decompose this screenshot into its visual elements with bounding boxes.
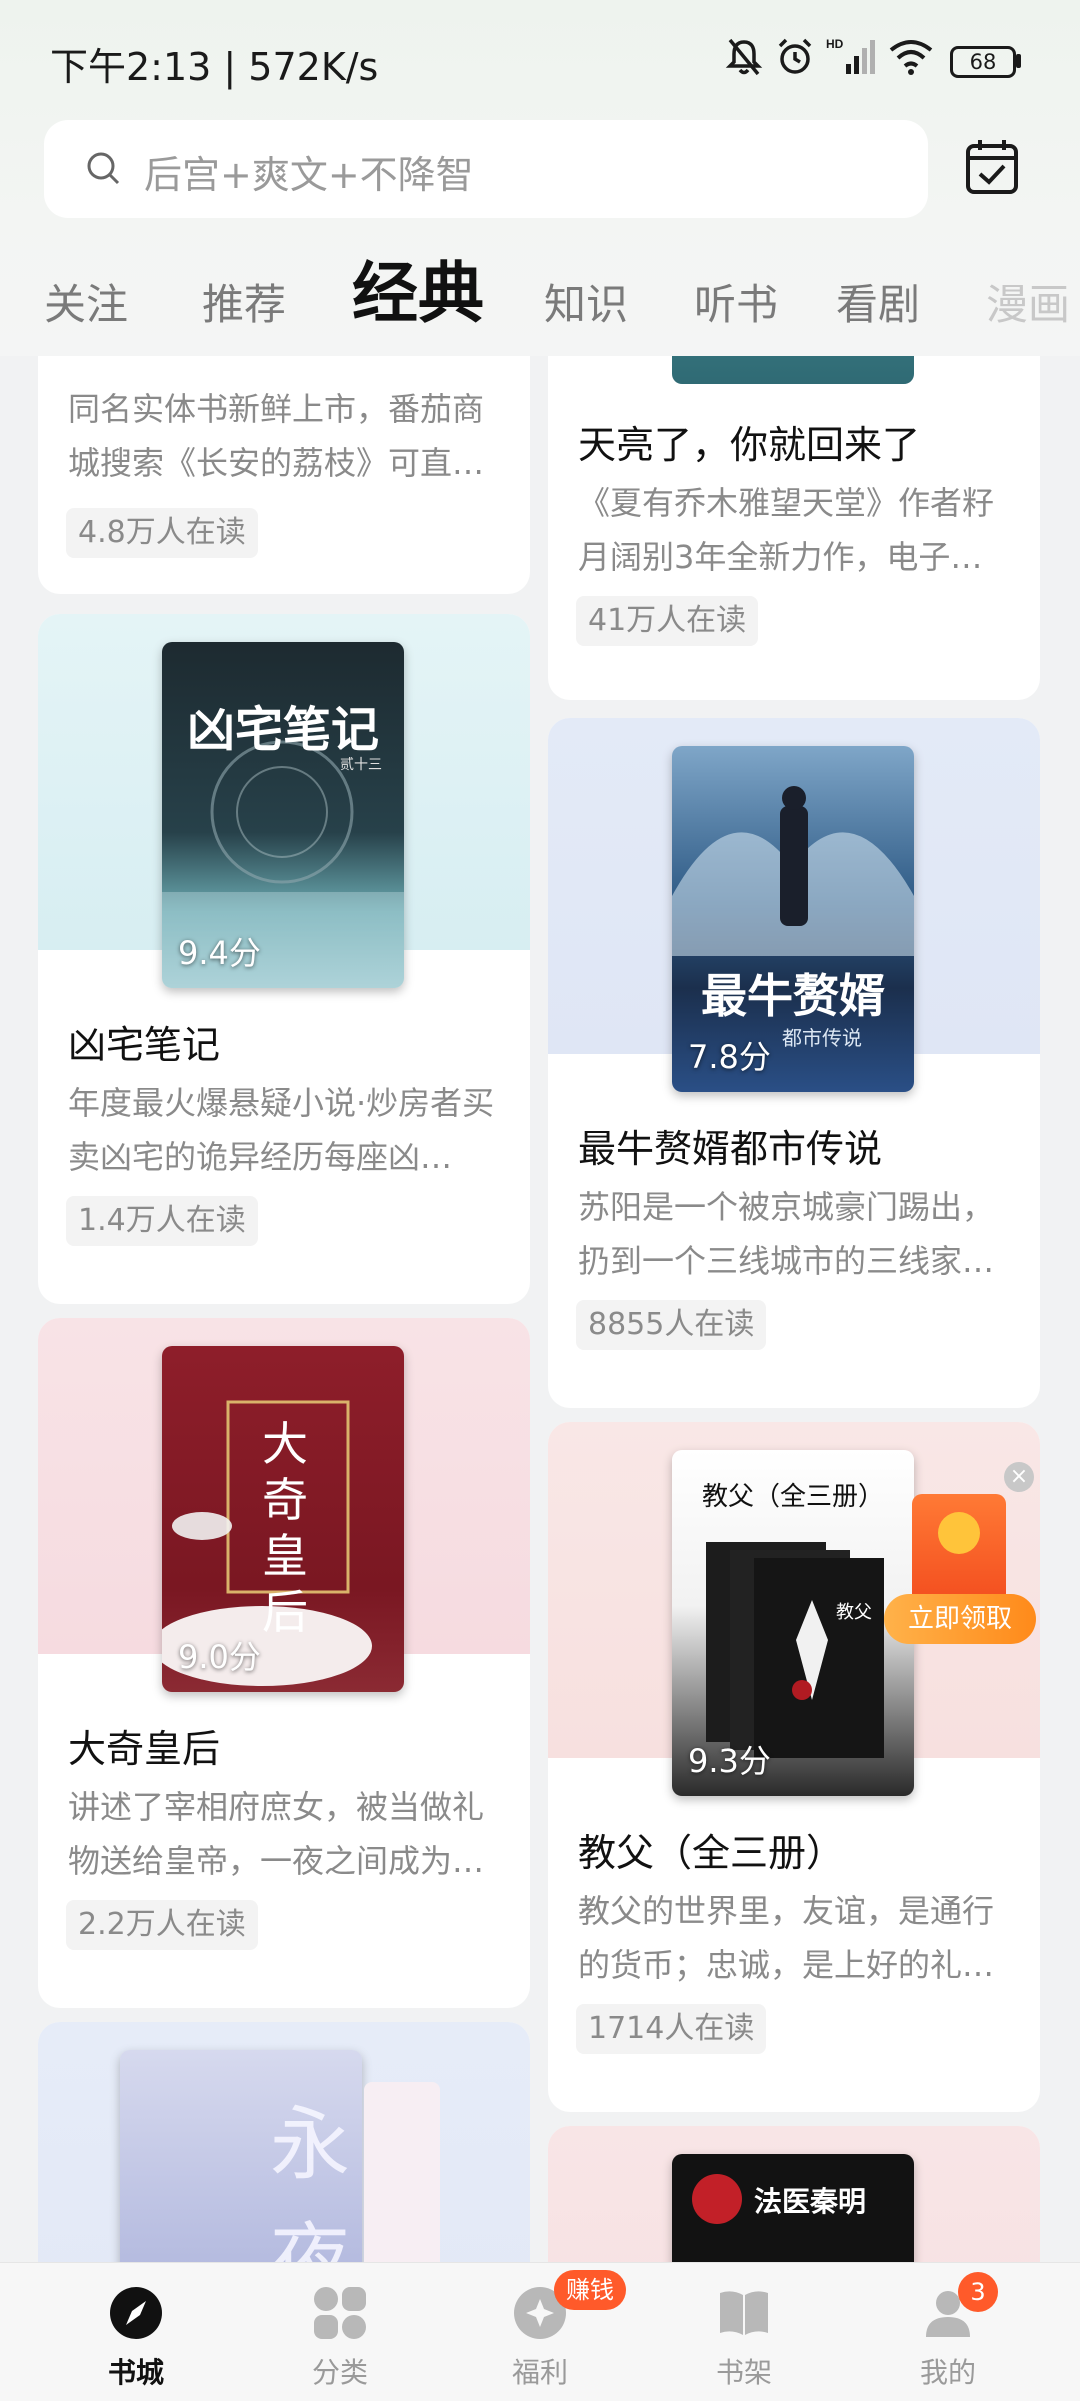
nav-label: 分类 (311, 2356, 368, 2389)
category-tabs: 关注 推荐 经典 知识 听书 看剧 漫画 (0, 240, 1080, 350)
calendar-check-icon[interactable] (960, 134, 1024, 198)
cover-title: 凶宅笔记 (186, 702, 379, 758)
nav-bookstore[interactable]: 书城 (28, 2263, 244, 2401)
book-score: 9.3分 (688, 1742, 771, 1780)
book-cover: 教父（全三册） 教父 9.3分 (672, 1450, 914, 1796)
signal-icon: HD (826, 37, 875, 74)
notification-count-badge: 3 (958, 2272, 998, 2312)
book-card[interactable]: 最牛赘婿 都市传说 7.8分 最牛赘婿都市传说 苏阳是一个被京城豪门踢出，扔到一… (548, 718, 1040, 1408)
status-time: 下午2:13 | 572K/s (50, 45, 379, 89)
nav-label: 福利 (511, 2356, 568, 2389)
wifi-icon (889, 40, 933, 75)
compass-icon (110, 2287, 162, 2339)
nav-bookshelf[interactable]: 书架 (636, 2263, 852, 2401)
book-title: 最牛赘婿都市传说 (578, 1127, 883, 1171)
cover-subtitle: 都市传说 (782, 1026, 862, 1050)
book-title: 凶宅笔记 (68, 1023, 221, 1067)
tab-classic[interactable]: 经典 (352, 240, 484, 336)
status-bar: 下午2:13 | 572K/s HD 68 (0, 0, 1080, 120)
nav-label: 书架 (715, 2356, 772, 2389)
tab-comics[interactable]: 漫画 (986, 271, 1070, 332)
readers-count: 8855人在读 (576, 1300, 767, 1350)
coin-icon (938, 1512, 980, 1554)
nav-label: 我的 (919, 2356, 976, 2389)
book-description: 《夏有乔木雅望天堂》作者籽月阔别3年全新力作，电子… (578, 484, 995, 576)
alarm-icon (778, 38, 812, 74)
book-title: 教父（全三册） (578, 1831, 845, 1875)
book-card[interactable]: 法医秦明 (548, 2126, 1040, 2262)
book-card[interactable]: 永夜 (38, 2022, 530, 2262)
book-title: 天亮了，你就回来了 (578, 423, 921, 467)
grid-icon (314, 2287, 366, 2339)
readers-count: 4.8万人在读 (66, 508, 258, 558)
book-description: 年度最火爆悬疑小说·炒房者买卖凶宅的诡异经历每座凶… (68, 1084, 495, 1176)
bottom-nav: 书城 分类 福利 书架 我的 (0, 2262, 1080, 2401)
book-cover-stack (364, 2082, 440, 2262)
book-score: 9.4分 (178, 934, 261, 972)
book-card[interactable]: 凶宅笔记 贰十三 9.4分 凶宅笔记 年度最火爆悬疑小说·炒房者买卖凶宅的诡异经… (38, 614, 530, 1304)
cover-title: 法医秦明 (754, 2185, 867, 2218)
book-score: 9.0分 (178, 1638, 261, 1676)
cover-seal (692, 2174, 742, 2224)
tab-audiobook[interactable]: 听书 (694, 271, 778, 332)
battery-indicator: 68 (950, 46, 1016, 78)
mute-bell-icon (725, 38, 763, 76)
search-icon (87, 152, 120, 185)
close-icon[interactable]: × (1004, 1462, 1034, 1492)
book-icon (720, 2291, 768, 2335)
book-cover (672, 356, 914, 384)
book-score: 7.8分 (688, 1038, 771, 1076)
book-description: 同名实体书新鲜上市，番茄商城搜索《长安的荔枝》可直… (68, 390, 485, 482)
readers-count: 2.2万人在读 (66, 1900, 258, 1950)
cover-title: 永夜 (270, 2098, 350, 2262)
book-description: 讲述了宰相府庶女，被当做礼物送给皇帝，一夜之间成为… (68, 1788, 485, 1880)
claim-button[interactable]: 立即领取 (884, 1594, 1036, 1644)
search-placeholder: 后宫+爽文+不降智 (144, 153, 474, 197)
nav-category[interactable]: 分类 (232, 2263, 448, 2401)
cover-author: 贰十三 (340, 757, 382, 773)
readers-count: 1.4万人在读 (66, 1196, 258, 1246)
nav-label: 书城 (107, 2356, 164, 2389)
earn-badge: 赚钱 (554, 2270, 626, 2310)
tab-follow[interactable]: 关注 (44, 271, 128, 332)
book-cover: 法医秦明 (672, 2154, 914, 2262)
book-card[interactable]: 大奇皇后 9.0分 大奇皇后 讲述了宰相府庶女，被当做礼物送给皇帝，一夜之间成为… (38, 1318, 530, 2008)
readers-count: 1714人在读 (576, 2004, 767, 2054)
cover-title: 最牛赘婿 (701, 969, 885, 1023)
book-description: 苏阳是一个被京城豪门踢出，扔到一个三线城市的三线家… (578, 1188, 995, 1280)
svg-text:HD: HD (826, 37, 844, 51)
book-cover: 最牛赘婿 都市传说 7.8分 (672, 746, 914, 1092)
book-title: 大奇皇后 (68, 1727, 221, 1771)
cover-book-label: 教父 (836, 1602, 872, 1623)
book-feed: 同名实体书新鲜上市，番茄商城搜索《长安的荔枝》可直… 4.8万人在读 天亮了，你… (0, 356, 1080, 2262)
tab-knowledge[interactable]: 知识 (544, 271, 628, 332)
cover-title: 大奇皇后 (262, 1417, 308, 1639)
book-description: 教父的世界里，友谊，是通行的货币；忠诚，是上好的礼… (578, 1892, 995, 1984)
search-input[interactable]: 后宫+爽文+不降智 (44, 120, 928, 218)
book-cover: 永夜 (120, 2050, 362, 2262)
tab-drama[interactable]: 看剧 (836, 271, 920, 332)
book-card[interactable]: 天亮了，你就回来了 《夏有乔木雅望天堂》作者籽月阔别3年全新力作，电子… 41万… (548, 356, 1040, 700)
header: 下午2:13 | 572K/s HD 68 后宫+爽文+不降智 关注 推荐 经典… (0, 0, 1080, 356)
tab-recommend[interactable]: 推荐 (202, 271, 286, 332)
book-cover: 大奇皇后 9.0分 (162, 1346, 404, 1692)
book-card[interactable]: 同名实体书新鲜上市，番茄商城搜索《长安的荔枝》可直… 4.8万人在读 (38, 356, 530, 594)
red-envelope-promo[interactable]: × 立即领取 (880, 1462, 1040, 1662)
book-cover: 凶宅笔记 贰十三 9.4分 (162, 642, 404, 988)
battery-tip (1016, 54, 1021, 68)
readers-count: 41万人在读 (576, 596, 759, 646)
nav-mine[interactable]: 我的 (840, 2263, 1056, 2401)
